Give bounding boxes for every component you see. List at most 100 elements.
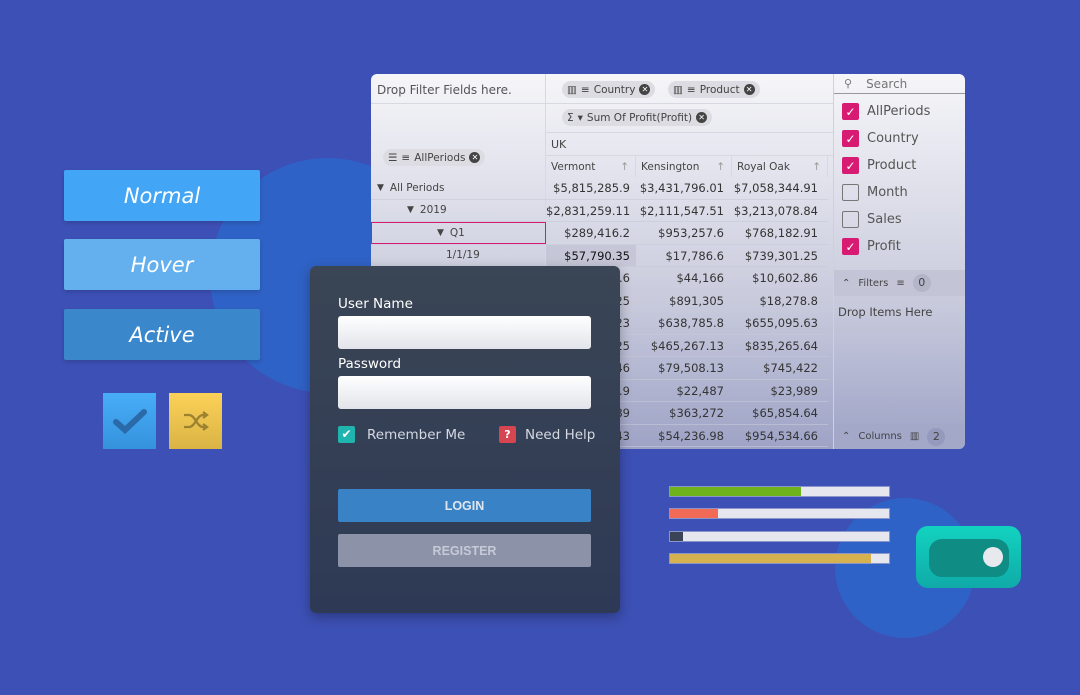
checkbox-checked-icon[interactable]: ✓ <box>842 238 859 255</box>
chevron-down-icon[interactable]: ▼ <box>437 228 444 238</box>
row-label: 1/1/19 <box>446 249 480 262</box>
table-row: ▼ All Periods $5,815,285.9 $3,431,796.01 $7,… <box>371 177 828 200</box>
sort-arrow-icon[interactable]: ↑ <box>716 161 725 173</box>
search-input[interactable] <box>866 76 957 91</box>
chip-label: Country <box>593 83 636 96</box>
value-cell[interactable]: $18,278.8 <box>730 290 824 312</box>
password-input[interactable] <box>338 376 591 409</box>
table-row: ▼ Q1 $289,416.2 $953,257.6 $768,182.91 <box>371 222 828 245</box>
filters-count: 0 <box>912 274 931 292</box>
need-help-link[interactable]: ? Need Help <box>499 426 595 443</box>
normal-button[interactable]: Normal <box>64 170 260 221</box>
active-button[interactable]: Active <box>64 309 260 360</box>
column-chip-product[interactable]: ▥ ≡ Product ✕ <box>668 81 760 98</box>
value-cell[interactable]: $79,508.13 <box>636 357 730 379</box>
progress-fill <box>670 553 872 563</box>
sort-arrow-icon[interactable]: ↑ <box>620 161 629 173</box>
value-cell[interactable]: $363,272 <box>636 402 730 424</box>
check-tile[interactable] <box>103 393 156 449</box>
value-cell[interactable]: $2,831,259.11 <box>546 200 636 222</box>
columns-icon: ▥ <box>673 83 683 96</box>
value-cell[interactable]: $289,416.2 <box>546 222 636 244</box>
column-header-label: Kensington <box>641 160 700 173</box>
filter-icon: ≡ <box>401 151 411 164</box>
check-icon <box>112 409 147 434</box>
chevron-down-icon[interactable]: ▼ <box>407 205 414 215</box>
chevron-down-icon[interactable]: ▼ <box>377 183 384 193</box>
filter-drop-zone[interactable]: Drop Filter Fields here. <box>377 83 512 97</box>
register-button[interactable]: REGISTER <box>338 534 591 567</box>
row-label: 2019 <box>419 204 447 217</box>
value-cell[interactable]: $739,301.25 <box>730 245 824 267</box>
value-cell[interactable]: $2,111,547.51 <box>636 200 730 222</box>
row-header[interactable]: 1/1/19 <box>371 245 546 267</box>
value-cell[interactable]: $954,534.66 <box>730 425 824 447</box>
value-cell[interactable]: $835,265.64 <box>730 335 824 357</box>
toggle-switch[interactable] <box>916 526 1021 588</box>
field-item[interactable]: ✓ Profit <box>834 233 965 260</box>
column-header[interactable]: Vermont ↑ <box>546 156 636 177</box>
remember-me-checkbox[interactable]: ✔ Remember Me <box>338 426 465 443</box>
field-item[interactable]: ✓ Product <box>834 152 965 179</box>
field-label: Product <box>867 158 917 173</box>
remove-icon[interactable]: ✕ <box>743 84 755 95</box>
row-header[interactable]: ▼ Q1 <box>371 222 546 244</box>
value-cell[interactable]: $768,182.91 <box>730 222 824 244</box>
filters-drop-zone[interactable]: Drop Items Here <box>838 305 932 319</box>
value-cell[interactable]: $745,422 <box>730 357 824 379</box>
value-cell[interactable]: $5,815,285.9 <box>546 177 636 199</box>
value-cell[interactable]: $10,602.86 <box>730 267 824 289</box>
value-cell[interactable]: $7,058,344.91 <box>730 177 824 199</box>
filters-section-header[interactable]: ⌃ Filters ≡ 0 <box>834 270 965 296</box>
username-input[interactable] <box>338 316 591 349</box>
row-header[interactable]: ▼ 2019 <box>371 200 546 222</box>
column-header[interactable]: Royal Oak ↑ <box>732 156 828 177</box>
checkbox-checked-icon[interactable]: ✓ <box>842 157 859 174</box>
column-header-label: Vermont <box>551 160 596 173</box>
value-cell[interactable]: $638,785.8 <box>636 312 730 334</box>
field-item[interactable]: Sales <box>834 206 965 233</box>
row-header[interactable]: ▼ All Periods <box>371 177 546 199</box>
value-cell[interactable]: $3,431,796.01 <box>636 177 730 199</box>
value-cell[interactable]: $3,213,078.84 <box>730 200 824 222</box>
value-cell[interactable]: $65,854.64 <box>730 402 824 424</box>
value-cell[interactable]: $891,305 <box>636 290 730 312</box>
sort-arrow-icon[interactable]: ↑ <box>812 161 821 173</box>
value-cell[interactable]: $57,790.35 <box>546 244 636 266</box>
country-header: UK <box>551 138 567 151</box>
remove-icon[interactable]: ✕ <box>639 84 651 95</box>
chip-label: AllPeriods <box>414 151 466 164</box>
field-search[interactable]: ⚲ <box>834 74 965 94</box>
value-cell[interactable]: $44,166 <box>636 267 730 289</box>
value-cell[interactable]: $953,257.6 <box>636 222 730 244</box>
columns-section-header[interactable]: ⌃ Columns ▥ 2 <box>834 424 965 449</box>
column-header[interactable]: Kensington ↑ <box>636 156 732 177</box>
value-chip-profit[interactable]: Σ ▾ Sum Of Profit(Profit) ✕ <box>562 109 713 126</box>
value-cell[interactable]: $17,786.6 <box>636 245 730 267</box>
field-item[interactable]: ✓ Country <box>834 125 965 152</box>
checkbox-unchecked-icon[interactable] <box>842 184 859 201</box>
shuffle-tile[interactable] <box>169 393 222 449</box>
value-cell[interactable]: $655,095.63 <box>730 312 824 334</box>
column-chip-country[interactable]: ▥ ≡ Country ✕ <box>562 81 656 98</box>
sigma-icon: Σ <box>567 111 574 124</box>
chevron-up-icon: ⌃ <box>842 431 851 442</box>
filter-icon: ≡ <box>896 277 905 289</box>
checkbox-checked-icon[interactable]: ✓ <box>842 103 859 120</box>
value-cell[interactable]: $23,989 <box>730 380 824 402</box>
value-cell[interactable]: $54,236.98 <box>636 425 730 447</box>
remove-icon[interactable]: ✕ <box>696 112 708 123</box>
progress-bar <box>669 508 890 520</box>
hover-button[interactable]: Hover <box>64 239 260 290</box>
login-button[interactable]: LOGIN <box>338 489 591 522</box>
field-item[interactable]: ✓ AllPeriods <box>834 98 965 125</box>
toggle-knob <box>983 547 1003 567</box>
field-item[interactable]: Month <box>834 179 965 206</box>
checkbox-checked-icon[interactable]: ✓ <box>842 130 859 147</box>
checkbox-unchecked-icon[interactable] <box>842 211 859 228</box>
value-cell[interactable]: $22,487 <box>636 380 730 402</box>
value-cell[interactable]: $465,267.13 <box>636 335 730 357</box>
remove-icon[interactable]: ✕ <box>469 152 481 163</box>
row-chip-allperiods[interactable]: ☰ ≡ AllPeriods ✕ <box>383 149 486 166</box>
field-label: Country <box>867 131 919 146</box>
